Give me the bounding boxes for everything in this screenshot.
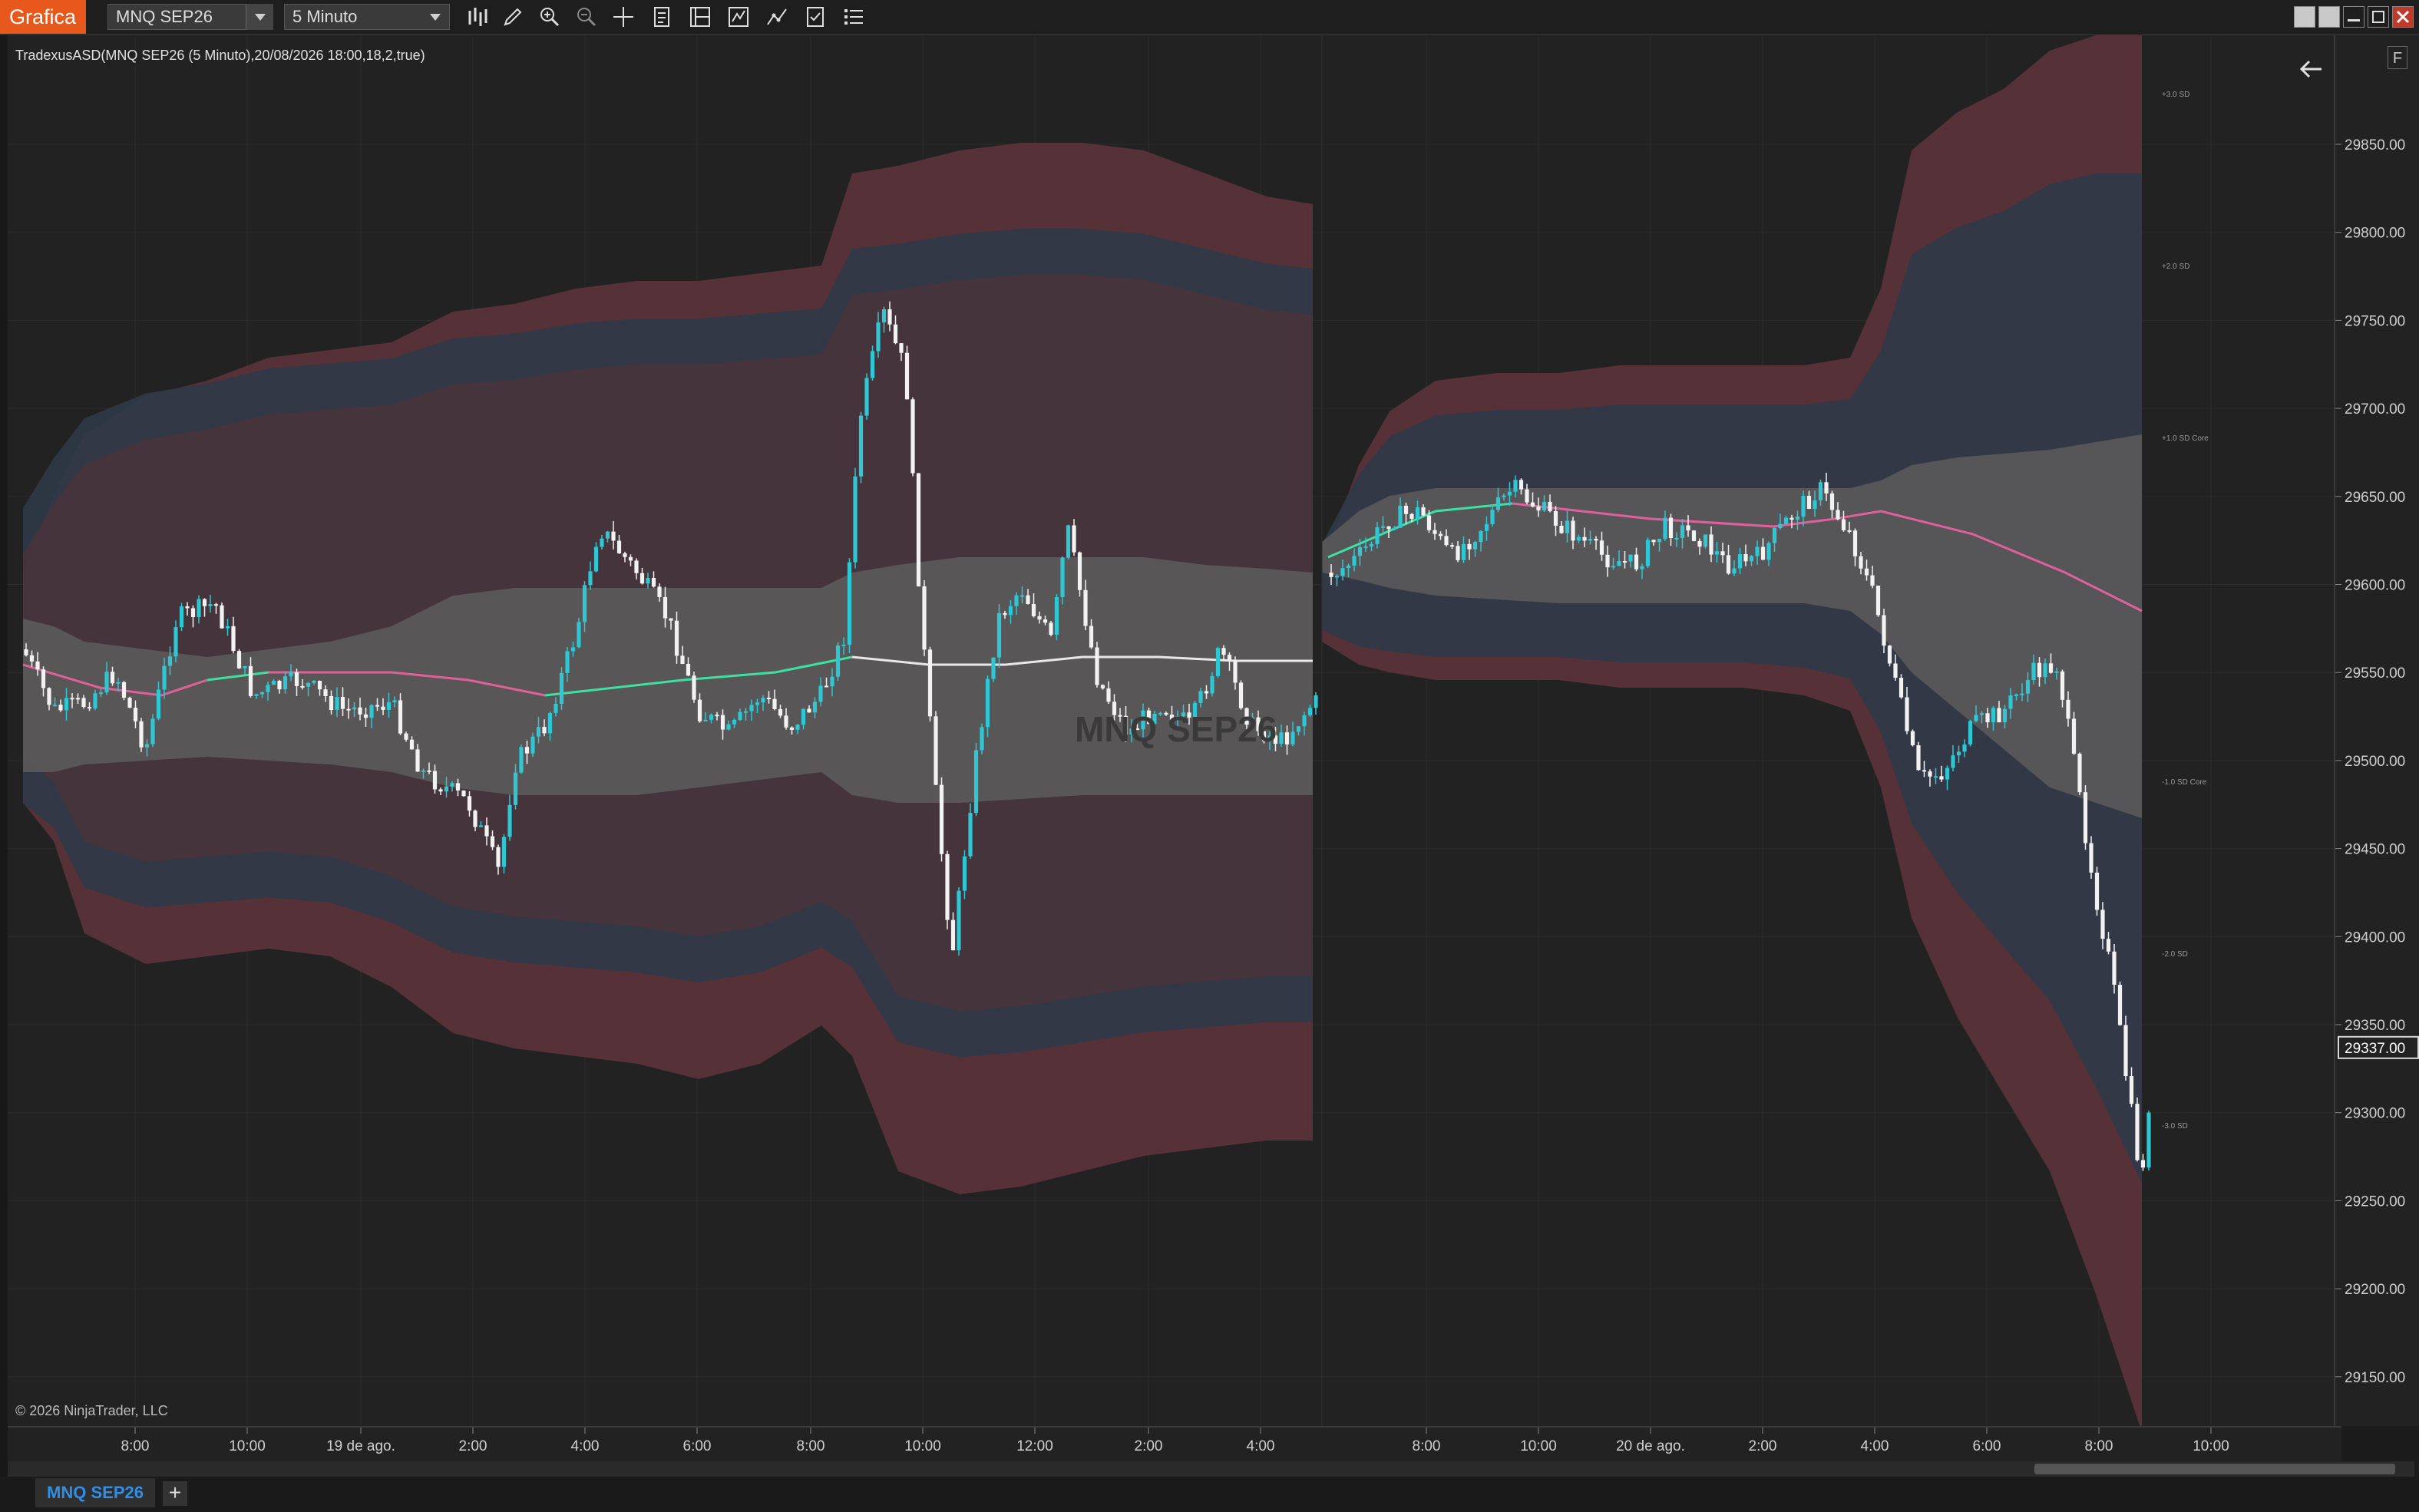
zoom-in-icon[interactable]: [537, 5, 562, 29]
price-axis-labels: 29850.00 29800.00 29750.00 29700.00 29650.00…: [2335, 137, 2419, 1386]
chart-watermark: MNQ SEP26: [1075, 709, 1277, 749]
strategies-icon[interactable]: [726, 5, 751, 29]
band-label: +2.0 SD: [2162, 262, 2189, 271]
time-tick-label: 6:00: [683, 1438, 712, 1454]
add-tab-button[interactable]: +: [163, 1481, 187, 1506]
time-tick-label: 10:00: [904, 1438, 941, 1454]
band-label: -3.0 SD: [2162, 1122, 2188, 1131]
time-tick-label: 4:00: [571, 1438, 600, 1454]
time-tick-label: 2:00: [1749, 1438, 1777, 1454]
app-title[interactable]: Grafica: [0, 0, 86, 34]
band-label: +3.0 SD: [2162, 91, 2189, 99]
current-price-label: 29337.00: [2345, 1041, 2405, 1057]
price-tick-label: 29350.00: [2345, 1018, 2405, 1034]
close-icon[interactable]: [2392, 6, 2414, 28]
timeframe-selector[interactable]: 5 Minuto: [284, 4, 450, 30]
price-tick-label: 29550.00: [2345, 665, 2405, 682]
price-tick-label: 29450.00: [2345, 842, 2405, 858]
time-tick-label: 4:00: [1247, 1438, 1275, 1454]
zoom-out-icon[interactable]: [574, 5, 599, 29]
chart-panel[interactable]: MNQ SEP26 +3.0 SD +2.0 SD +1.0 SD Core -1.0 …: [8, 35, 2341, 1426]
time-tick-label: 2:00: [1135, 1438, 1163, 1454]
minimize-icon[interactable]: [2343, 6, 2364, 28]
time-tick-label: 19 de ago.: [326, 1438, 395, 1454]
chevron-down-icon: [430, 14, 441, 21]
price-tick-label: 29700.00: [2345, 401, 2405, 418]
price-tick-label: 29750.00: [2345, 313, 2405, 329]
maximize-icon[interactable]: [2368, 6, 2389, 28]
time-tick-label: 10:00: [229, 1438, 266, 1454]
time-tick-label: 12:00: [1016, 1438, 1053, 1454]
price-axis[interactable]: 29850.00 29800.00 29750.00 29700.00 29650.00…: [2334, 35, 2419, 1426]
tab-mnq-sep26[interactable]: MNQ SEP26: [35, 1478, 155, 1507]
tile-icon[interactable]: [2294, 6, 2315, 28]
price-tick-label: 29250.00: [2345, 1193, 2405, 1210]
list-icon[interactable]: [841, 5, 866, 29]
time-tick-label: 8:00: [1413, 1438, 1441, 1454]
instrument-dropdown-button[interactable]: [246, 4, 273, 30]
time-tick-label: 4:00: [1861, 1438, 1889, 1454]
price-tick-label: 29650.00: [2345, 490, 2405, 506]
price-tick-label: 29850.00: [2345, 137, 2405, 154]
price-tick-label: 29200.00: [2345, 1282, 2405, 1298]
time-tick-label: 20 de ago.: [1616, 1438, 1685, 1454]
tab-bar: [0, 1477, 2419, 1512]
bar-type-icon[interactable]: [465, 5, 490, 29]
copyright-text: © 2026 NinjaTrader, LLC: [15, 1403, 168, 1418]
band-label: -2.0 SD: [2162, 950, 2188, 959]
scrollbar-thumb[interactable]: [2034, 1464, 2395, 1474]
price-tick-label: 29500.00: [2345, 754, 2405, 770]
back-arrow-icon[interactable]: [2295, 54, 2326, 84]
price-tick-label: 29800.00: [2345, 226, 2405, 242]
time-tick-label: 2:00: [459, 1438, 487, 1454]
f-button[interactable]: F: [2388, 46, 2407, 69]
time-tick-label: 8:00: [797, 1438, 825, 1454]
band-label: -1.0 SD Core: [2162, 778, 2207, 787]
band-label: +1.0 SD Core: [2162, 434, 2209, 443]
time-axis[interactable]: 8:00 10:00 19 de ago. 2:00 4:00 6:00 8:00 10:00…: [8, 1426, 2341, 1461]
crosshair-icon[interactable]: [611, 5, 636, 29]
indicators-icon[interactable]: [688, 5, 712, 29]
price-chart[interactable]: MNQ SEP26 +3.0 SD +2.0 SD +1.0 SD Core -1.0 …: [8, 35, 2341, 1426]
drawing-tools-icon[interactable]: [765, 5, 789, 29]
pencil-icon[interactable]: [501, 5, 525, 29]
chevron-down-icon: [255, 14, 266, 21]
data-box-icon[interactable]: [649, 5, 674, 29]
left-edge-strip: [0, 35, 8, 1477]
indicator-label[interactable]: TradexusASD(MNQ SEP26 (5 Minuto),20/08/2…: [15, 48, 425, 64]
price-tick-label: 29400.00: [2345, 929, 2405, 946]
time-axis-labels: 8:00 10:00 19 de ago. 2:00 4:00 6:00 8:00 10:00…: [121, 1428, 2229, 1454]
time-tick-label: 10:00: [2193, 1438, 2229, 1454]
price-tick-label: 29150.00: [2345, 1370, 2405, 1386]
time-tick-label: 8:00: [2085, 1438, 2113, 1454]
price-tick-label: 29600.00: [2345, 578, 2405, 594]
time-tick-label: 6:00: [1973, 1438, 2001, 1454]
price-tick-label: 29300.00: [2345, 1106, 2405, 1122]
tile-alt-icon[interactable]: [2318, 6, 2340, 28]
time-tick-label: 10:00: [1520, 1438, 1557, 1454]
time-tick-label: 8:00: [121, 1438, 150, 1454]
properties-icon[interactable]: [803, 5, 828, 29]
